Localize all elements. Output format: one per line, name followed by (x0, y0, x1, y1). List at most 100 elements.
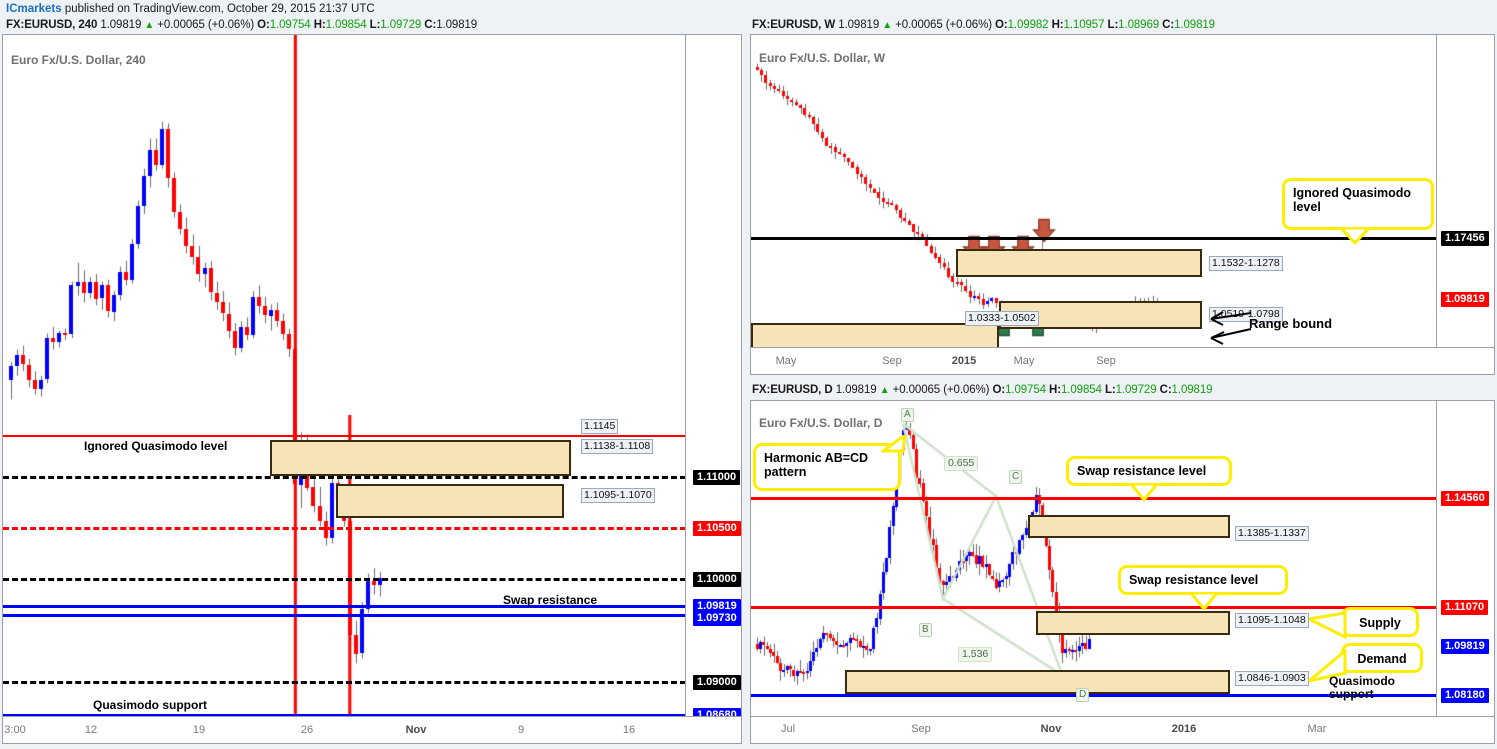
w-zone-label-deep: 1.0333-1.0502 (965, 311, 1039, 326)
h4-level-1_10500 (3, 527, 686, 530)
h4-close: 1.09819 (436, 19, 477, 31)
h4-level-label-1145: 1.1145 (581, 419, 618, 434)
d-h-label: H: (1049, 384, 1061, 396)
d-time-axis[interactable] (751, 716, 1494, 743)
d-pricetag-0: 1.14560 (1441, 491, 1489, 506)
d-level-1_11070 (751, 606, 1437, 609)
w-close: 1.09819 (1174, 19, 1215, 31)
d-open: 1.09754 (1005, 384, 1046, 396)
h4-h-label: H: (314, 19, 326, 31)
w-zone-deep-demand (751, 323, 999, 349)
w-high: 1.10957 (1064, 19, 1105, 31)
d-symbol: FX:EURUSD, D (752, 384, 833, 396)
d-pricetag-3: 1.08180 (1441, 688, 1489, 703)
h4-open: 1.09754 (270, 19, 311, 31)
h4-pricetag-2: 1.10000 (693, 572, 741, 587)
d-xtick-1: Sep (911, 723, 931, 735)
h4-high: 1.09854 (326, 19, 367, 31)
d-callout-harmonic-tail (881, 435, 911, 453)
h4-zone-label-1: 1.1138-1.1108 (581, 439, 653, 454)
d-callout-harmonic: Harmonic AB=CD pattern (753, 443, 901, 491)
up-triangle-icon: ▲ (880, 385, 890, 396)
h4-level-1_11000 (3, 476, 686, 479)
h4-plot[interactable]: Euro Fx/U.S. Dollar, 240 1.15000 1.14500… (3, 35, 741, 743)
w-price-axis[interactable] (1436, 35, 1494, 374)
h4-xtick-2: 19 (193, 724, 205, 736)
w-pricetag-1: 1.09819 (1441, 292, 1489, 307)
h4-xtick-5: 9 (518, 724, 524, 736)
h4-label-quasimodo-support: Quasimodo support (93, 698, 207, 712)
h4-last: 1.09819 (100, 19, 141, 31)
w-time-axis[interactable] (751, 347, 1494, 374)
d-level-1_14560 (751, 497, 1437, 500)
d-o-label: O: (992, 384, 1005, 396)
w-callout-ignored-quasimodo-box: Ignored Quasimodo level (1282, 178, 1434, 230)
d-callout-supply-tail (1309, 611, 1349, 645)
d-harmonic-ratio-0: 0.655 (944, 456, 978, 471)
h4-pricetag-5: 1.09000 (693, 675, 741, 690)
d-l-label: L: (1105, 384, 1116, 396)
h4-label-swap-resistance: Swap resistance (503, 593, 597, 607)
w-header: FX:EURUSD, W 1.09819 ▲ +0.00065 (+0.06%)… (752, 19, 1215, 31)
d-last: 1.09819 (836, 384, 877, 396)
d-header: FX:EURUSD, D 1.09819 ▲ +0.00065 (+0.06%)… (752, 384, 1212, 396)
d-callout-demand: Demand (1341, 643, 1423, 673)
d-close: 1.09819 (1172, 384, 1213, 396)
d-zone-supply-lower (1036, 611, 1230, 635)
w-chart-panel[interactable]: Euro Fx/U.S. Dollar, W 1.40000 1.35000 1… (750, 34, 1495, 375)
h4-level-1_09730 (3, 614, 686, 617)
w-pricetag-0: 1.17456 (1441, 231, 1489, 246)
w-open: 1.09982 (1008, 19, 1049, 31)
d-harmonic-point-A: A (901, 408, 914, 422)
h4-level-1_09000 (3, 681, 686, 684)
w-xtick-3: May (1014, 355, 1035, 367)
w-xtick-1: Sep (882, 355, 902, 367)
h4-level-1_1145 (3, 435, 686, 437)
h4-symbol: FX:EURUSD, 240 (6, 19, 97, 31)
w-plot[interactable]: Euro Fx/U.S. Dollar, W 1.40000 1.35000 1… (751, 35, 1494, 374)
h4-level-1_10000 (3, 578, 686, 581)
publisher-text: published on TradingView.com, October 29… (62, 3, 375, 15)
w-h-label: H: (1052, 19, 1064, 31)
d-callout-swap-resistance-2: Swap resistance level (1118, 565, 1288, 595)
w-xtick-0: May (776, 355, 797, 367)
d-callout-supply: Supply (1341, 607, 1419, 637)
h4-chart-panel[interactable]: Euro Fx/U.S. Dollar, 240 1.15000 1.14500… (2, 34, 742, 744)
d-callout-swap-resistance-1: Swap resistance level (1066, 456, 1232, 486)
publisher-line: ICmarkets published on TradingView.com, … (6, 3, 375, 15)
d-harmonic-point-C: C (1009, 470, 1022, 484)
d-xtick-4: Mar (1308, 723, 1327, 735)
w-symbol: FX:EURUSD, W (752, 19, 835, 31)
w-callout-tail (1341, 228, 1381, 244)
w-xtick-2: 2015 (952, 355, 976, 367)
d-pricetag-1: 1.11070 (1441, 600, 1488, 615)
d-zone-label-lower: 1.1095-1.1048 (1235, 613, 1309, 628)
d-xtick-2: Nov (1041, 723, 1062, 735)
d-xtick-3: 2016 (1172, 723, 1196, 735)
d-c-label: C: (1160, 384, 1172, 396)
d-chart-panel[interactable]: Euro Fx/U.S. Dollar, D 1.17000 1.16000 1… (750, 400, 1495, 744)
d-harmonic-point-B: B (919, 623, 932, 637)
h4-chart-title: Euro Fx/U.S. Dollar, 240 (11, 53, 146, 67)
w-xtick-4: Sep (1096, 355, 1116, 367)
d-low: 1.09729 (1116, 384, 1157, 396)
w-chart-title: Euro Fx/U.S. Dollar, W (759, 51, 885, 65)
d-label-quasimodo-support: Quasimodo support (1329, 675, 1401, 701)
w-level-1_17456 (751, 237, 1437, 240)
h4-xtick-0: 3:00 (4, 724, 25, 736)
w-last: 1.09819 (838, 19, 879, 31)
h4-price-axis[interactable] (685, 35, 741, 743)
w-label-range-bound: Range bound (1249, 316, 1332, 331)
h4-c-label: C: (424, 19, 436, 31)
d-high: 1.09854 (1061, 384, 1102, 396)
d-zone-supply-upper (1028, 515, 1230, 538)
d-plot[interactable]: Euro Fx/U.S. Dollar, D 1.17000 1.16000 1… (751, 401, 1494, 743)
up-triangle-icon: ▲ (144, 20, 154, 31)
d-zone-label-demand: 1.0846-1.0903 (1235, 671, 1309, 686)
up-triangle-icon: ▲ (882, 20, 892, 31)
publisher-brand: ICmarkets (6, 3, 62, 15)
w-zone-label-supply: 1.1532-1.1278 (1209, 256, 1283, 271)
h4-label-ignored-quasimodo: Ignored Quasimodo level (84, 439, 227, 453)
w-change: +0.00065 (+0.06%) (895, 19, 992, 31)
d-zone-label-upper: 1.1385-1.1337 (1235, 526, 1309, 541)
